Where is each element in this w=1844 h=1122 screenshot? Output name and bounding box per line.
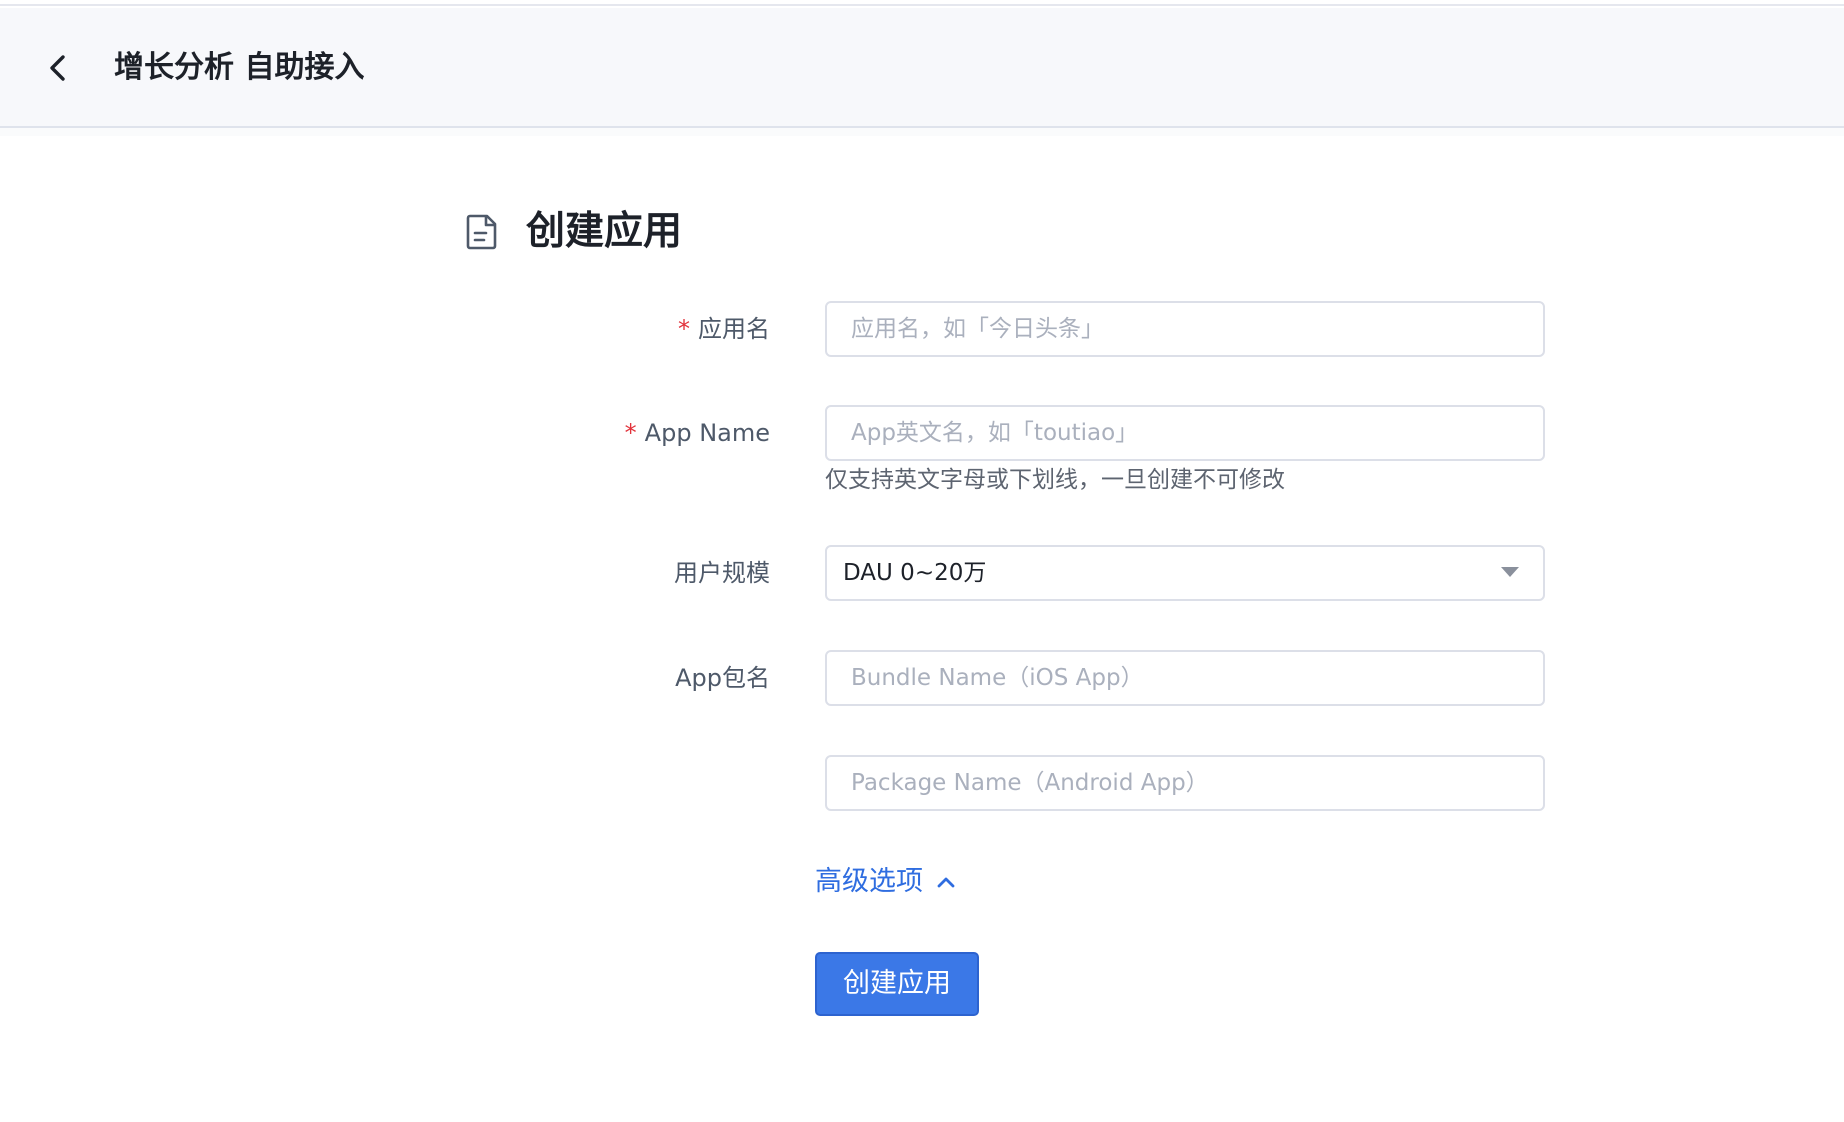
back-button[interactable] — [40, 46, 76, 90]
user-scale-value: DAU 0~20万 — [843, 560, 987, 586]
header-title: 增长分析 自助接入 — [114, 50, 365, 85]
user-scale-label: 用户规模 — [674, 559, 770, 587]
app-name-en-label: * App Name — [625, 413, 770, 453]
app-name-label: * 应用名 — [678, 309, 770, 349]
top-border — [0, 0, 1844, 6]
caret-down-icon — [1501, 567, 1519, 577]
page-title: 创建应用 — [526, 209, 683, 254]
app-name-en-label-text: App Name — [644, 419, 770, 447]
required-mark: * — [678, 315, 690, 343]
chevron-up-icon — [935, 871, 957, 893]
app-name-label-text: 应用名 — [698, 315, 770, 343]
chevron-left-icon — [50, 55, 65, 81]
android-package-input[interactable] — [825, 755, 1545, 811]
advanced-options-toggle[interactable]: 高级选项 — [815, 860, 957, 904]
header-divider — [0, 128, 1844, 136]
ios-bundle-input[interactable] — [825, 650, 1545, 706]
user-scale-select[interactable]: DAU 0~20万 — [825, 545, 1545, 601]
create-app-button[interactable]: 创建应用 — [815, 952, 979, 1016]
required-mark: * — [624, 419, 637, 447]
page-heading: 创建应用 — [462, 204, 682, 260]
bundle-label: App包名 — [675, 664, 770, 692]
app-name-input[interactable] — [825, 301, 1545, 357]
app-name-en-input[interactable] — [825, 405, 1545, 461]
advanced-options-label: 高级选项 — [815, 866, 923, 897]
page-header: 增长分析 自助接入 — [0, 8, 1844, 128]
app-name-en-hint: 仅支持英文字母或下划线，一旦创建不可修改 — [825, 467, 1285, 493]
document-icon — [462, 210, 502, 254]
